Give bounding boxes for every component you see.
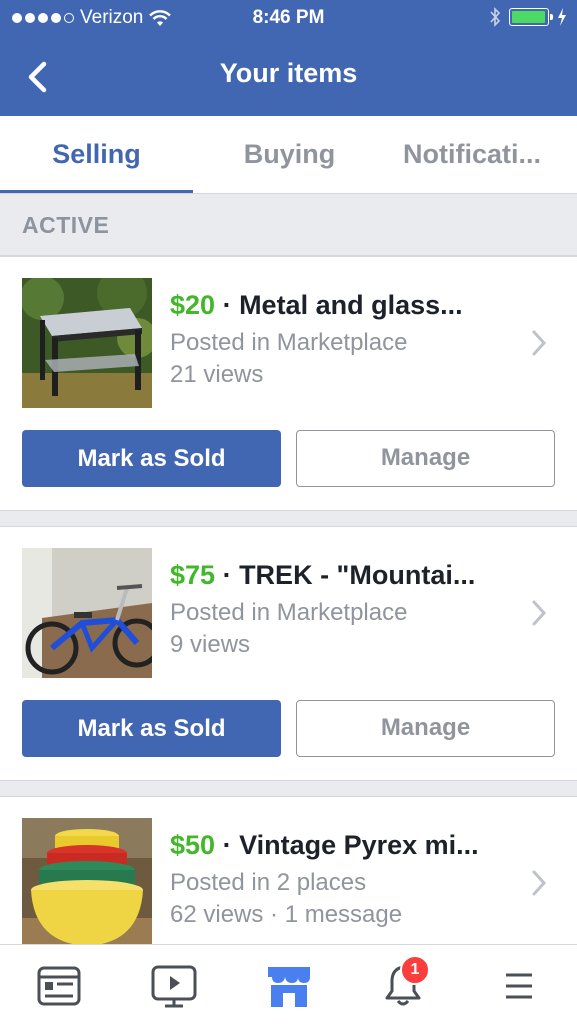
- listing-title-line: $75 · TREK - "Mountai...: [170, 560, 527, 591]
- menu-icon[interactable]: [494, 963, 544, 1009]
- listing-title-line: $50 · Vintage Pyrex mi...: [170, 830, 527, 861]
- listing-thumbnail-bike[interactable]: [22, 548, 152, 678]
- listing-separator: ·: [215, 290, 240, 320]
- news-feed-icon[interactable]: [34, 963, 84, 1009]
- listing-info[interactable]: $50 · Vintage Pyrex mi... Posted in 2 pl…: [170, 830, 527, 929]
- page-title: Your items: [219, 58, 358, 88]
- listing-title: Vintage Pyrex mi...: [239, 830, 479, 860]
- tab-bar: Selling Buying Notificati...: [0, 116, 577, 194]
- marketplace-icon[interactable]: [264, 963, 314, 1009]
- bluetooth-icon: [490, 7, 501, 27]
- listing-posted: Posted in Marketplace: [170, 599, 408, 626]
- chevron-right-icon[interactable]: [531, 329, 547, 357]
- listing-card: $50 · Vintage Pyrex mi... Posted in 2 pl…: [0, 796, 577, 956]
- bottom-navigation: 1: [0, 944, 577, 1024]
- status-bar: Verizon 8:46 PM: [0, 0, 577, 38]
- listing-card: $75 · TREK - "Mountai... Posted in Marke…: [0, 526, 577, 781]
- watch-icon[interactable]: [149, 963, 199, 1009]
- chevron-right-icon[interactable]: [531, 869, 547, 897]
- listing-posted: Posted in Marketplace: [170, 329, 408, 356]
- navigation-bar: Your items: [0, 38, 577, 116]
- listing-separator: ·: [215, 830, 240, 860]
- manage-button[interactable]: Manage: [296, 430, 555, 487]
- section-title: ACTIVE: [22, 212, 110, 238]
- listing-price: $50: [170, 830, 216, 860]
- listing-info[interactable]: $75 · TREK - "Mountai... Posted in Marke…: [170, 560, 527, 659]
- notifications-button[interactable]: 1: [378, 955, 430, 1009]
- listing-title: TREK - "Mountai...: [239, 560, 476, 590]
- section-header: ACTIVE: [0, 194, 577, 256]
- listing-posted: Posted in 2 places: [170, 869, 367, 896]
- listing-card: $20 · Metal and glass... Posted in Marke…: [0, 256, 577, 511]
- listing-price: $20: [170, 290, 216, 320]
- notification-badge: 1: [400, 955, 430, 985]
- listing-thumbnail-pyrex[interactable]: [22, 818, 152, 948]
- chevron-right-icon[interactable]: [531, 599, 547, 627]
- listing-price: $75: [170, 560, 216, 590]
- listing-stats: 21 views: [170, 361, 264, 388]
- battery-icon: [509, 8, 553, 26]
- listing-info[interactable]: $20 · Metal and glass... Posted in Marke…: [170, 290, 527, 389]
- tab-buying[interactable]: Buying: [193, 116, 386, 193]
- mark-as-sold-button[interactable]: Mark as Sold: [22, 430, 281, 487]
- tab-selling[interactable]: Selling: [0, 116, 193, 193]
- listing-title: Metal and glass...: [239, 290, 463, 320]
- listing-stats: 62 views · 1 message: [170, 901, 403, 928]
- tab-notifications[interactable]: Notificati...: [386, 116, 577, 193]
- listing-title-line: $20 · Metal and glass...: [170, 290, 527, 321]
- listing-stats: 9 views: [170, 631, 251, 658]
- listing-separator: ·: [215, 560, 240, 590]
- charging-bolt-icon: [558, 8, 566, 26]
- listing-thumbnail-table[interactable]: [22, 278, 152, 408]
- manage-button[interactable]: Manage: [296, 700, 555, 757]
- mark-as-sold-button[interactable]: Mark as Sold: [22, 700, 281, 757]
